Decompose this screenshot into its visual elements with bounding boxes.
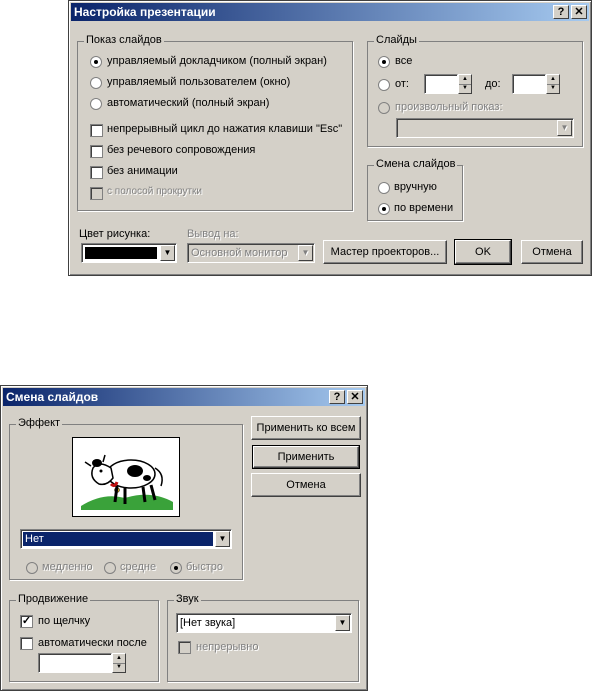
scrollbar-label: с полосой прокрутки [107,186,202,197]
sound-value: [Нет звука] [180,617,236,629]
effect-value: Нет [23,532,213,546]
pen-color-select[interactable]: ▼ [81,243,177,263]
on-click-label[interactable]: по щелчку [38,615,90,627]
slides-group: Слайды все от: ▲ ▼ до: ▲ ▼ произвольный по… [367,34,583,147]
ok-button[interactable]: OK [454,239,512,265]
projector-wizard-button[interactable]: Мастер проекторов... [323,240,447,264]
loop-label[interactable]: непрерывный цикл до нажатия клавиши "Esc… [107,123,342,135]
apply-button[interactable]: Применить [252,445,360,469]
sound-select[interactable]: [Нет звука] ▼ [176,613,352,633]
loop-sound-checkbox [178,641,191,654]
effect-preview [72,437,180,517]
close-button[interactable]: ✕ [571,5,587,19]
medium-radio [104,562,116,574]
kiosk-radio[interactable] [90,98,102,110]
pen-color-swatch [85,247,157,259]
all-slides-radio[interactable] [378,56,390,68]
from-spinner[interactable]: ▲ ▼ [458,74,472,94]
spin-down-icon[interactable]: ▼ [547,84,559,93]
presenter-radio[interactable] [90,56,102,68]
dialog-title: Настройка презентации [74,5,216,19]
help-button[interactable]: ? [553,5,569,19]
auto-after-field[interactable] [38,653,112,673]
loop-checkbox[interactable] [90,124,103,137]
range-radio[interactable] [378,79,390,91]
kiosk-label[interactable]: автоматический (полный экран) [107,97,269,109]
chevron-down-icon: ▼ [557,120,572,136]
no-narration-label[interactable]: без речевого сопровождения [107,144,255,156]
sound-group: Звук [Нет звука] ▼ непрерывно [167,593,359,682]
slow-radio [26,562,38,574]
to-label: до: [485,78,501,90]
advance-slides-group: Смена слайдов вручную по времени [367,158,463,221]
help-button[interactable]: ? [329,390,345,404]
show-type-legend: Показ слайдов [84,34,164,46]
no-narration-checkbox[interactable] [90,145,103,158]
no-animation-checkbox[interactable] [90,166,103,179]
output-label: Вывод на: [187,228,239,240]
slides-legend: Слайды [374,34,419,46]
title-bar: Смена слайдов ? ✕ [3,388,365,406]
fast-label: быстро [186,561,223,573]
chevron-down-icon[interactable]: ▼ [335,615,350,631]
medium-label: средне [120,561,157,573]
fast-radio [170,562,182,574]
manual-radio[interactable] [378,182,390,194]
advance-legend: Продвижение [16,593,91,605]
custom-show-label: произвольный показ: [395,101,503,113]
individual-radio[interactable] [90,77,102,89]
chevron-down-icon[interactable]: ▼ [160,245,175,261]
presenter-label[interactable]: управляемый докладчиком (полный экран) [107,55,327,67]
individual-label[interactable]: управляемый пользователем (окно) [107,76,290,88]
to-spinner[interactable]: ▲ ▼ [546,74,560,94]
to-field[interactable] [512,74,546,94]
pen-color-label: Цвет рисунка: [79,228,151,240]
chevron-down-icon[interactable]: ▼ [215,531,230,547]
advance-legend: Смена слайдов [374,158,458,170]
cancel-button[interactable]: Отмена [521,240,583,264]
on-click-checkbox[interactable]: ✓ [20,615,33,628]
close-button[interactable]: ✕ [347,390,363,404]
spin-down-icon[interactable]: ▼ [113,663,125,672]
effect-legend: Эффект [16,417,63,429]
output-value: Основной монитор [191,247,288,259]
dialog-title: Смена слайдов [6,390,99,404]
chevron-down-icon: ▼ [298,245,313,261]
timings-label[interactable]: по времени [394,202,453,214]
custom-show-radio [378,102,390,114]
custom-show-select: ▼ [396,118,574,138]
apply-all-button[interactable]: Применить ко всем [251,416,361,440]
no-animation-label[interactable]: без анимации [107,165,178,177]
slide-transition-dialog: Смена слайдов ? ✕ Эффект Нет ▼ медленно … [0,385,368,691]
manual-label[interactable]: вручную [394,181,437,193]
show-type-group: Показ слайдов управляемый докладчиком (п… [77,34,353,211]
output-select: Основной монитор ▼ [187,243,315,263]
slide-show-setup-dialog: Настройка презентации ? ✕ Показ слайдов … [68,0,592,276]
effect-select[interactable]: Нет ▼ [20,529,232,549]
loop-sound-label: непрерывно [196,641,259,653]
from-label[interactable]: от: [395,78,409,90]
advance-group: Продвижение ✓ по щелчку автоматически по… [9,593,159,682]
spin-down-icon[interactable]: ▼ [459,84,471,93]
auto-after-label[interactable]: автоматически после [38,637,147,649]
effect-group: Эффект Нет ▼ медленно средне быстро [9,417,243,580]
auto-after-checkbox[interactable] [20,637,33,650]
from-field[interactable] [424,74,458,94]
auto-after-spinner[interactable]: ▲ ▼ [112,653,126,673]
cow-picture-icon [81,454,173,510]
sound-legend: Звук [174,593,201,605]
timings-radio[interactable] [378,203,390,215]
cancel-button[interactable]: Отмена [251,473,361,497]
title-bar: Настройка презентации ? ✕ [71,3,589,21]
all-slides-label[interactable]: все [395,55,412,67]
slow-label: медленно [42,561,93,573]
scrollbar-checkbox [90,187,103,200]
